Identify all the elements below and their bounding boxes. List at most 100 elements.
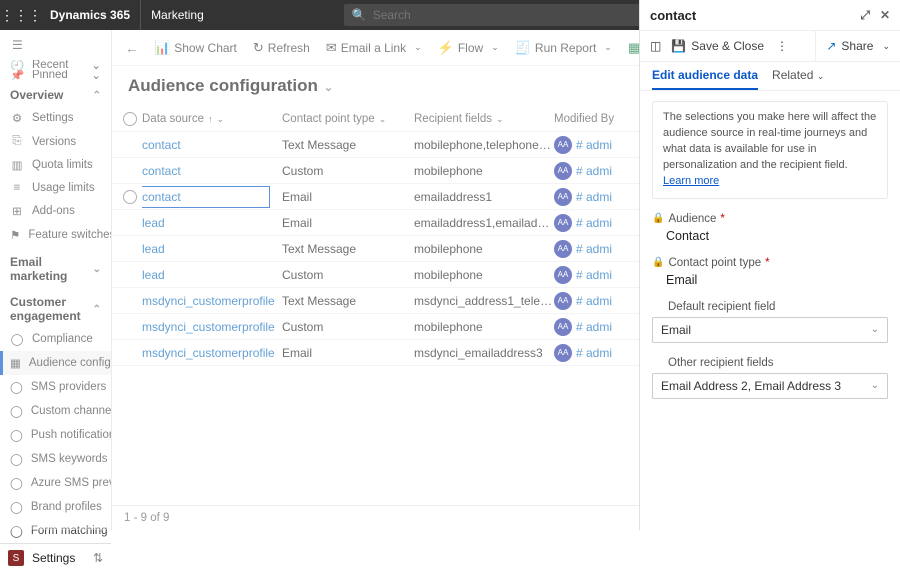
modified-by-link[interactable]: # admi — [576, 294, 612, 308]
sidebar-item[interactable]: ⎘Versions — [0, 130, 111, 153]
flow-button[interactable]: ⚡Flow⌄ — [430, 30, 507, 65]
page-title[interactable]: Audience configuration — [128, 76, 318, 95]
modified-by-link[interactable]: # admi — [576, 346, 612, 360]
sidebar-item[interactable]: ◯SMS keywords — [0, 447, 111, 471]
cell-recipient-fields: emailaddress1 — [414, 190, 554, 204]
global-search[interactable]: 🔍 — [344, 4, 654, 26]
run-report-button[interactable]: 🧾Run Report⌄ — [507, 30, 620, 65]
sidebar-item[interactable]: ◯Push notifications — [0, 423, 111, 447]
chevron-updown-icon: ⇅ — [93, 551, 103, 565]
cell-cpt: Email — [282, 346, 414, 360]
other-recipient-select[interactable]: Email Address 2, Email Address 3⌄ — [652, 373, 888, 399]
cell-recipient-fields: msdynci_address1_telephone1 — [414, 294, 554, 308]
data-source-link[interactable]: lead — [142, 216, 165, 230]
cell-cpt: Custom — [282, 320, 414, 334]
email-link-button[interactable]: ✉Email a Link⌄ — [318, 30, 430, 65]
modified-by-link[interactable]: # admi — [576, 138, 612, 152]
share-button[interactable]: ↗Share⌄ — [815, 31, 890, 61]
sidebar-item[interactable]: ◯Compliance — [0, 327, 111, 351]
show-chart-button[interactable]: 📊Show Chart — [146, 30, 245, 65]
nav-pinned[interactable]: 📌 Pinned ⌄ — [0, 70, 111, 80]
save-close-button[interactable]: 💾Save & Close — [671, 39, 764, 53]
cell-cpt: Custom — [282, 268, 414, 282]
nav-label: Settings — [32, 112, 74, 124]
more-commands-button[interactable]: ⋮ — [776, 39, 788, 53]
nav-label: Custom channels — [31, 405, 111, 417]
data-source-link[interactable]: msdynci_customerprofile — [142, 320, 275, 334]
search-icon: 🔍 — [352, 8, 367, 22]
sidebar-item[interactable]: ◯ Custom channels — [0, 399, 111, 423]
cell-recipient-fields: mobilephone — [414, 320, 554, 334]
popout-icon[interactable]: ⤢ — [860, 8, 870, 23]
modified-by-link[interactable]: # admi — [576, 242, 612, 256]
data-source-link[interactable]: msdynci_customerprofile — [142, 294, 275, 308]
sidebar-item[interactable]: ⊞Add-ons — [0, 199, 111, 223]
area-badge: S — [8, 550, 24, 566]
nav-icon: ◯ — [10, 524, 23, 538]
group-overview[interactable]: Overview⌃ — [0, 80, 111, 106]
hamburger-icon[interactable]: ☰ — [0, 30, 111, 60]
close-icon[interactable]: ✕ — [880, 8, 890, 22]
modified-by-link[interactable]: # admi — [576, 268, 612, 282]
data-source-link[interactable]: lead — [142, 268, 165, 282]
data-source-link[interactable]: contact — [142, 138, 181, 152]
select-all[interactable] — [118, 112, 142, 126]
data-source-link[interactable]: lead — [142, 242, 165, 256]
default-recipient-select[interactable]: Email⌄ — [652, 317, 888, 343]
cpt-value: Email — [652, 269, 888, 287]
pin-icon: 📌 — [10, 70, 24, 80]
chevron-down-icon[interactable]: ⌄ — [324, 82, 333, 94]
sidebar-item[interactable]: ⚑Feature switches — [0, 223, 111, 247]
data-source-link[interactable]: contact — [142, 190, 181, 204]
row-selector[interactable] — [118, 190, 142, 204]
group-email-marketing[interactable]: Email marketing⌄ — [0, 247, 111, 287]
app-area[interactable]: Marketing — [141, 8, 214, 22]
sidebar-item[interactable]: ▦Audience configu… — [0, 351, 111, 375]
sidebar-item[interactable]: ◯Brand profiles — [0, 495, 111, 519]
chevron-down-icon: ⌄ — [379, 114, 387, 124]
panel-title: contact — [650, 8, 696, 23]
data-source-link[interactable]: contact — [142, 164, 181, 178]
group-customer-engagement[interactable]: Customer engagement⌃ — [0, 287, 111, 327]
modified-by-link[interactable]: # admi — [576, 216, 612, 230]
area-label: Settings — [32, 551, 75, 565]
back-button[interactable]: ← — [118, 40, 146, 56]
sidebar-item[interactable]: ≡Usage limits — [0, 177, 111, 199]
col-contact-point-type[interactable]: Contact point type⌄ — [282, 113, 414, 125]
modified-by-link[interactable]: # admi — [576, 320, 612, 334]
nav-recent[interactable]: 🕘 Recent ⌄ — [0, 60, 111, 70]
sidebar-item[interactable]: ◯ Form matching st… — [0, 519, 111, 543]
nav-icon: ◯ — [10, 380, 23, 394]
site-map: ☰ 🕘 Recent ⌄ 📌 Pinned ⌄ Overview⌃ ⚙Setti… — [0, 30, 112, 530]
col-modified-by[interactable]: Modified By — [554, 113, 644, 125]
nav-label: Quota limits — [32, 159, 93, 171]
cell-cpt: Text Message — [282, 242, 414, 256]
tab-edit-audience[interactable]: Edit audience data — [652, 68, 758, 90]
app-launcher-icon[interactable]: ⋮⋮⋮ — [0, 7, 40, 24]
chevron-down-icon: ⌄ — [414, 42, 422, 53]
col-recipient-fields[interactable]: Recipient fields⌄ — [414, 113, 554, 125]
area-switcher[interactable]: S Settings ⇅ — [0, 543, 111, 572]
modified-by-link[interactable]: # admi — [576, 164, 612, 178]
modified-by-link[interactable]: # admi — [576, 190, 612, 204]
nav-label: SMS providers — [31, 381, 106, 393]
avatar: AA — [554, 136, 572, 154]
sidebar-item[interactable]: ⚙Settings — [0, 106, 111, 130]
nav-label: Form matching st… — [31, 525, 111, 537]
sidebar-item[interactable]: ◯Azure SMS preview — [0, 471, 111, 495]
nav-icon: ◯ — [10, 404, 23, 418]
chevron-down-icon: ⌄ — [93, 264, 101, 275]
chevron-down-icon: ⌄ — [496, 114, 504, 124]
cell-recipient-fields: mobilephone — [414, 268, 554, 282]
search-input[interactable] — [367, 8, 646, 22]
new-record-button[interactable]: ◫ — [650, 39, 661, 53]
sidebar-item[interactable]: ▥Quota limits — [0, 153, 111, 177]
learn-more-link[interactable]: Learn more — [663, 175, 719, 187]
refresh-button[interactable]: ↻Refresh — [245, 30, 318, 65]
data-source-link[interactable]: msdynci_customerprofile — [142, 346, 275, 360]
col-data-source[interactable]: Data source↑⌄ — [142, 113, 282, 125]
sidebar-item[interactable]: ◯ SMS providers — [0, 375, 111, 399]
tab-related[interactable]: Related ⌄ — [772, 68, 824, 90]
default-recipient-label: Default recipient field — [668, 301, 775, 313]
product-name[interactable]: Dynamics 365 — [40, 0, 141, 30]
